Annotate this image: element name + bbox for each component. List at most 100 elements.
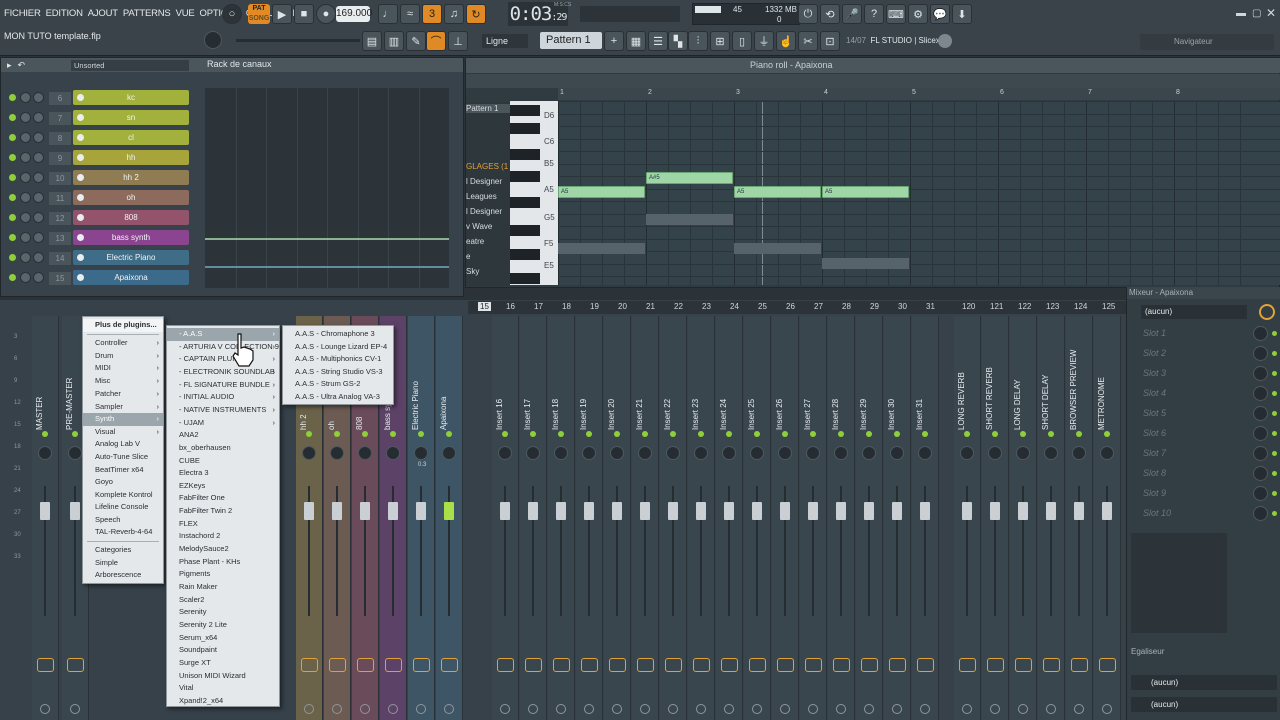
mixer-fader[interactable]	[70, 502, 80, 520]
channel-pan-knob[interactable]	[20, 92, 31, 103]
channel-volume-knob[interactable]	[33, 232, 44, 243]
mixer-send-knob[interactable]	[360, 704, 370, 714]
menu2-item[interactable]: Vital	[167, 682, 279, 695]
undo-icon[interactable]: ↶	[18, 60, 26, 71]
mixer-fader[interactable]	[332, 502, 342, 520]
channel-pan-knob[interactable]	[20, 252, 31, 263]
close-icon[interactable]: ✕	[1266, 6, 1276, 20]
mixer-fader[interactable]	[836, 502, 846, 520]
file-icon[interactable]: ▯	[732, 31, 752, 51]
menu1-item[interactable]: BeatTimer x64	[83, 464, 163, 477]
mixer-send-knob[interactable]	[584, 704, 594, 714]
channel-mute-led[interactable]	[9, 194, 16, 201]
menu2-item[interactable]: FabFilter One	[167, 492, 279, 505]
mixer-pan-knob[interactable]	[918, 446, 932, 460]
mixer-pan-knob[interactable]	[834, 446, 848, 460]
mixer-strip[interactable]: Insert 18	[548, 316, 575, 720]
chat-icon[interactable]: 💬	[930, 4, 950, 24]
channel-mute-led[interactable]	[9, 174, 16, 181]
panic-icon[interactable]: ⟲	[820, 4, 840, 24]
record-button[interactable]: ●	[316, 4, 336, 24]
sidebar-item[interactable]: eatre	[466, 237, 484, 246]
mixer-strip-led[interactable]	[992, 431, 998, 437]
play-button[interactable]: ▶	[272, 4, 292, 24]
effect-slot[interactable]: Slot 8	[1131, 465, 1277, 483]
mixer-fader[interactable]	[962, 502, 972, 520]
menu3-item[interactable]: A.A.S - Strum GS-2	[283, 378, 393, 391]
mixer-send-knob[interactable]	[752, 704, 762, 714]
menu1-item[interactable]: Simple	[83, 557, 163, 570]
mixer-strip-led[interactable]	[726, 431, 732, 437]
minimize-icon[interactable]: ▬	[1236, 8, 1246, 19]
mixer-route-button[interactable]	[693, 658, 710, 672]
slot-mix-knob[interactable]	[1253, 406, 1268, 421]
channel-rack-icon[interactable]: ▚	[668, 31, 688, 51]
menu2-item[interactable]: Phase Plant - KHs	[167, 556, 279, 569]
mixer-pan-knob[interactable]	[526, 446, 540, 460]
mixer-route-button[interactable]	[1043, 658, 1060, 672]
channel-mute-led[interactable]	[9, 134, 16, 141]
note[interactable]: A5	[734, 186, 821, 198]
mixer-strip[interactable]: Insert 31	[912, 316, 939, 720]
mixer-fader[interactable]	[612, 502, 622, 520]
maximize-icon[interactable]: ▢	[1252, 8, 1261, 19]
mixer-strip-led[interactable]	[894, 431, 900, 437]
mixer-pan-knob[interactable]	[722, 446, 736, 460]
channel-pan-knob[interactable]	[20, 232, 31, 243]
menu3-item[interactable]: A.A.S - Lounge Lizard EP-4	[283, 341, 393, 354]
menu2-item[interactable]: - UJAM ›	[167, 417, 279, 430]
channel-volume-knob[interactable]	[33, 192, 44, 203]
wait-icon[interactable]: ≈	[400, 4, 420, 24]
menu1-item[interactable]: Controller ›	[83, 337, 163, 350]
menu-fichier[interactable]: FICHIER	[4, 8, 41, 19]
mixer-fader[interactable]	[1046, 502, 1056, 520]
mixer-fader[interactable]	[416, 502, 426, 520]
slot-enable-led[interactable]	[1272, 431, 1277, 436]
mixer-pan-knob[interactable]	[694, 446, 708, 460]
menu1-item[interactable]: Arborescence	[83, 569, 163, 582]
mixer-strip[interactable]: METRONOME	[1094, 316, 1121, 720]
mixer-strip-led[interactable]	[1076, 431, 1082, 437]
mixer-pan-knob[interactable]	[806, 446, 820, 460]
mixer-strip[interactable]: Electric Piano	[408, 316, 435, 720]
mixer-pan-knob[interactable]	[1072, 446, 1086, 460]
channel-pan-knob[interactable]	[20, 172, 31, 183]
menu-vue[interactable]: VUE	[176, 8, 195, 19]
channel-select-dot[interactable]	[77, 254, 84, 261]
mixer-strip[interactable]: Insert 19	[576, 316, 603, 720]
mixer-pan-knob[interactable]	[68, 446, 82, 460]
microphone-icon[interactable]: 🎤	[842, 4, 862, 24]
menu2-item[interactable]: MelodySauce2	[167, 543, 279, 556]
slot-enable-led[interactable]	[1272, 511, 1277, 516]
menu1-item[interactable]: Speech	[83, 514, 163, 527]
effect-slot[interactable]: Slot 6	[1131, 425, 1277, 443]
browser-icon[interactable]: ⊞	[710, 31, 730, 51]
mixer-strip[interactable]: Insert 27	[800, 316, 827, 720]
mixer-send-knob[interactable]	[500, 704, 510, 714]
mixer-pan-knob[interactable]	[666, 446, 680, 460]
mixer-pan-knob[interactable]	[1100, 446, 1114, 460]
channel-pan-knob[interactable]	[20, 212, 31, 223]
output-select-2[interactable]: (aucun)	[1131, 697, 1277, 712]
mixer-strip-led[interactable]	[306, 431, 312, 437]
mixer-fader[interactable]	[752, 502, 762, 520]
mixer-strip-led[interactable]	[782, 431, 788, 437]
black-key[interactable]	[510, 225, 540, 236]
channel-mute-led[interactable]	[9, 214, 16, 221]
mixer-strip[interactable]: Insert 25	[744, 316, 771, 720]
menu1-item[interactable]: Goyo	[83, 476, 163, 489]
channel-mute-led[interactable]	[9, 154, 16, 161]
slot-mix-knob[interactable]	[1253, 446, 1268, 461]
touch-icon[interactable]: ☝	[776, 31, 796, 51]
playlist-icon[interactable]: ▤	[362, 31, 382, 51]
plugin-icon[interactable]: ⚙	[908, 4, 928, 24]
mixer-route-button[interactable]	[777, 658, 794, 672]
piano-roll-ruler[interactable]: 1 2 3 4 5 6 7 8	[558, 88, 1280, 100]
menu3-item[interactable]: A.A.S - Ultra Analog VA-3	[283, 391, 393, 404]
menu1-item[interactable]: Auto-Tune Slice	[83, 451, 163, 464]
mixer-fader[interactable]	[1102, 502, 1112, 520]
mixer-pan-knob[interactable]	[302, 446, 316, 460]
channel-select-dot[interactable]	[77, 174, 84, 181]
channel-mute-led[interactable]	[9, 274, 16, 281]
mixer-strip-led[interactable]	[586, 431, 592, 437]
